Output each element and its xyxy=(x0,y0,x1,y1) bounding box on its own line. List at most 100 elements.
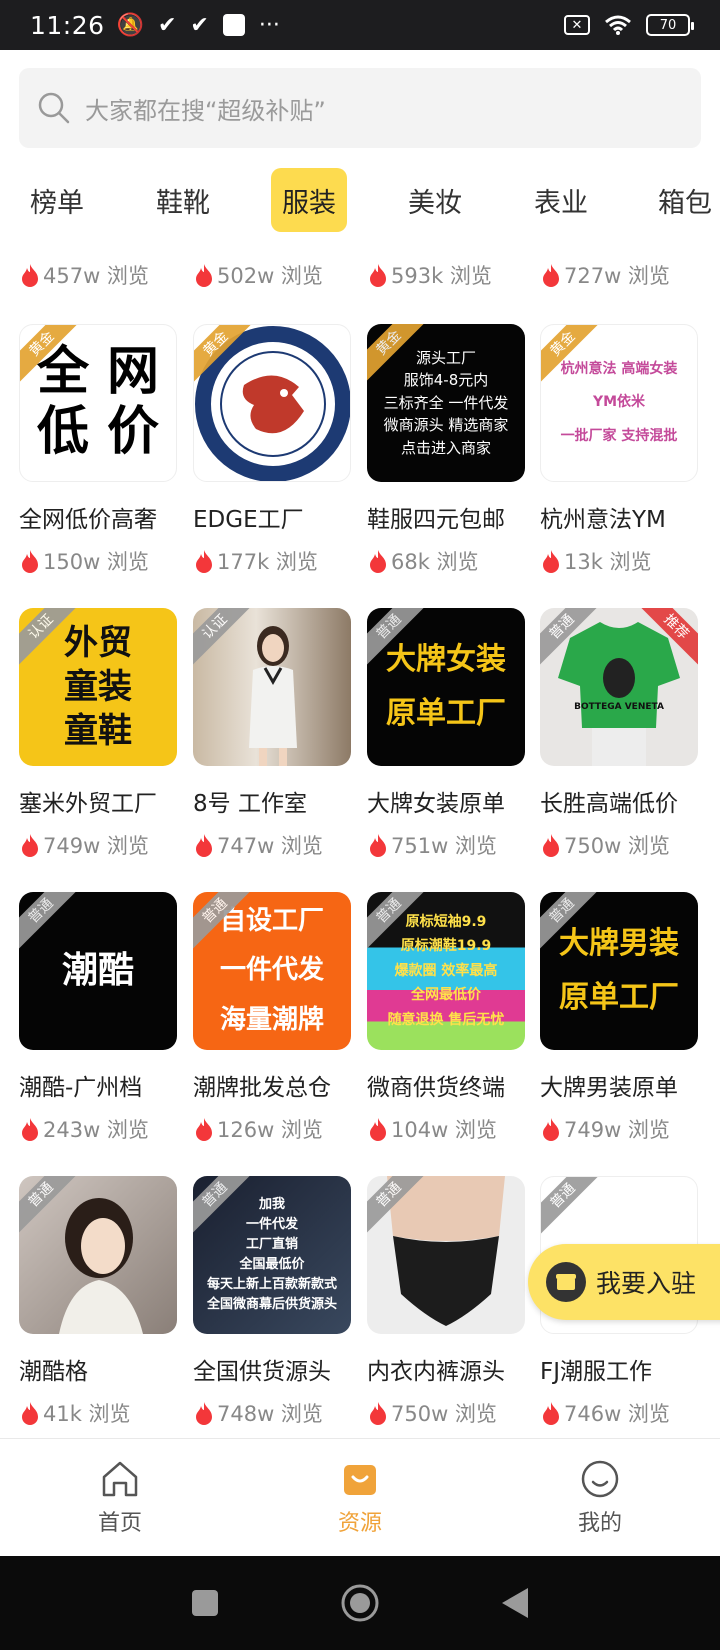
store-name: 8号 工作室 xyxy=(193,791,307,817)
tab-meizhuang[interactable]: 美妆 xyxy=(396,168,474,232)
partial-card[interactable]: 457w 浏览 xyxy=(19,252,177,290)
flame-icon xyxy=(22,1118,38,1141)
flame-icon xyxy=(196,264,212,287)
view-count: 150w 浏览 xyxy=(43,550,149,574)
partial-card[interactable]: 502w 浏览 xyxy=(193,252,351,290)
view-count: 177k 浏览 xyxy=(217,550,318,574)
view-count: 13k 浏览 xyxy=(564,550,652,574)
store-card[interactable]: 大牌女装 原单工厂 普通 大牌女装原单 751w 浏览 xyxy=(367,608,525,860)
store-card[interactable]: 普通 潮酷格 41k 浏览 xyxy=(19,1176,177,1428)
flame-icon xyxy=(370,1118,386,1141)
view-count: 750w 浏览 xyxy=(564,834,670,858)
view-count: 750w 浏览 xyxy=(391,1402,497,1426)
status-bar: 11:26 🔕 ✔ ✔ ··· ✕ 70 xyxy=(0,0,720,50)
store-thumbnail: 认证 xyxy=(193,608,351,766)
flame-icon xyxy=(543,550,559,573)
flame-icon xyxy=(370,550,386,573)
bottom-nav: 首页 资源 我的 xyxy=(0,1438,720,1556)
store-name: 长胜高端低价 xyxy=(540,791,678,817)
store-name: EDGE工厂 xyxy=(193,507,304,533)
back-icon[interactable] xyxy=(500,1586,530,1620)
category-tabs: 榜单 鞋靴 服装 美妆 表业 箱包 xyxy=(0,168,720,252)
flame-icon xyxy=(22,1402,38,1425)
store-card[interactable]: 认证 8号 工作室 747w 浏览 xyxy=(193,608,351,860)
store-card[interactable]: 全 网 低 价 黄金 全网低价高奢 150w 浏览 xyxy=(19,324,177,576)
nav-profile[interactable]: 我的 xyxy=(480,1439,720,1556)
tab-xiangbao[interactable]: 箱包 xyxy=(648,168,720,232)
tab-fuzhuang[interactable]: 服装 xyxy=(271,168,347,232)
flame-icon xyxy=(22,834,38,857)
view-count: 593k 浏览 xyxy=(391,264,492,288)
flame-icon xyxy=(196,834,212,857)
partial-card[interactable]: 727w 浏览 xyxy=(540,252,698,290)
flame-icon xyxy=(370,264,386,287)
store-thumbnail: 全 网 低 价 黄金 xyxy=(19,324,177,482)
store-thumbnail: 自设工厂 一件代发 海量潮牌 普通 xyxy=(193,892,351,1050)
store-name: 潮牌批发总仓 xyxy=(193,1075,331,1101)
check-icon: ✔ xyxy=(157,12,177,38)
store-name: FJ潮服工作 xyxy=(540,1359,653,1385)
view-count: 746w 浏览 xyxy=(564,1402,670,1426)
nav-resources[interactable]: 资源 xyxy=(240,1439,480,1556)
recents-icon[interactable] xyxy=(190,1588,220,1618)
store-icon xyxy=(546,1262,586,1302)
app-icon xyxy=(222,14,245,36)
view-count: 749w 浏览 xyxy=(564,1118,670,1142)
view-count: 751w 浏览 xyxy=(391,834,497,858)
store-thumbnail: 外贸 童装 童鞋 认证 xyxy=(19,608,177,766)
store-thumbnail: 加我 一件代发 工厂直销 全国最低价 每天上新上百款新款式 全国微商幕后供货源头… xyxy=(193,1176,351,1334)
nav-home-label: 首页 xyxy=(97,1510,142,1536)
more-dots: ··· xyxy=(258,12,280,38)
partial-card[interactable]: 593k 浏览 xyxy=(367,252,525,290)
join-button[interactable]: 我要入驻 xyxy=(528,1244,720,1320)
view-count: 104w 浏览 xyxy=(391,1118,497,1142)
store-name: 全网低价高奢 xyxy=(19,507,157,533)
store-thumbnail: 大牌女装 原单工厂 普通 xyxy=(367,608,525,766)
flame-icon xyxy=(196,1118,212,1141)
nav-home[interactable]: 首页 xyxy=(0,1439,240,1556)
store-card[interactable]: 自设工厂 一件代发 海量潮牌 普通 潮牌批发总仓 126w 浏览 xyxy=(193,892,351,1144)
store-card[interactable]: 黄金 EDGE工厂 177k 浏览 xyxy=(193,324,351,576)
store-card[interactable]: 原标短袖9.9 原标潮鞋19.9 爆款圈 效率最高 全网最低价 随意退换 售后无… xyxy=(367,892,525,1144)
home-icon xyxy=(102,1461,138,1496)
store-thumbnail: 杭州意法 高端女装 YM依米 一批厂家 支持混批 黄金 xyxy=(540,324,698,482)
store-name: 全国供货源头 xyxy=(193,1359,331,1385)
home-circle-icon[interactable] xyxy=(340,1583,380,1623)
store-name: 潮酷-广州档 xyxy=(19,1075,143,1101)
smile-icon xyxy=(581,1460,619,1497)
flame-icon xyxy=(370,1402,386,1425)
nav-resources-label: 资源 xyxy=(337,1510,382,1536)
battery-level: 70 xyxy=(659,17,677,33)
view-count: 457w 浏览 xyxy=(43,264,149,288)
view-count: 41k 浏览 xyxy=(43,1402,131,1426)
tab-xiexue[interactable]: 鞋靴 xyxy=(144,168,222,232)
store-card[interactable]: 大牌男装 原单工厂 普通 大牌男装原单 749w 浏览 xyxy=(540,892,698,1144)
flame-icon xyxy=(22,550,38,573)
flame-icon xyxy=(543,1402,559,1425)
system-nav-bar xyxy=(0,1556,720,1650)
store-name: 大牌女装原单 xyxy=(367,791,505,817)
search-input[interactable]: 大家都在搜“超级补贴” xyxy=(19,68,701,148)
tab-bangdan[interactable]: 榜单 xyxy=(18,168,96,232)
store-card[interactable]: 外贸 童装 童鞋 认证 塞米外贸工厂 749w 浏览 xyxy=(19,608,177,860)
tab-biaoye[interactable]: 表业 xyxy=(522,168,600,232)
flame-icon xyxy=(543,834,559,857)
status-time: 11:26 xyxy=(30,10,105,40)
store-card[interactable]: 潮酷 普通 潮酷-广州档 243w 浏览 xyxy=(19,892,177,1144)
store-thumbnail: 原标短袖9.9 原标潮鞋19.9 爆款圈 效率最高 全网最低价 随意退换 售后无… xyxy=(367,892,525,1050)
nav-profile-label: 我的 xyxy=(577,1510,622,1536)
search-placeholder: 大家都在搜“超级补贴” xyxy=(85,96,326,125)
store-card[interactable]: 加我 一件代发 工厂直销 全国最低价 每天上新上百款新款式 全国微商幕后供货源头… xyxy=(193,1176,351,1428)
store-name: 杭州意法YM xyxy=(540,507,666,533)
store-card[interactable]: BOTTEGA VENETA 普通 推荐 长胜高端低价 750w 浏览 xyxy=(540,608,698,860)
wifi-icon xyxy=(605,15,631,35)
flame-icon xyxy=(196,550,212,573)
flame-icon xyxy=(543,264,559,287)
store-card[interactable]: 普通 内衣内裤源头 750w 浏览 xyxy=(367,1176,525,1428)
check-icon: ✔ xyxy=(190,12,209,38)
view-count: 747w 浏览 xyxy=(217,834,323,858)
flame-icon xyxy=(370,834,386,857)
store-thumbnail: 普通 xyxy=(367,1176,525,1334)
store-card[interactable]: 源头工厂 服饰4-8元内 三标齐全 一件代发 微商源头 精选商家 点击进入商家 … xyxy=(367,324,525,576)
store-card[interactable]: 杭州意法 高端女装 YM依米 一批厂家 支持混批 黄金 杭州意法YM 13k 浏… xyxy=(540,324,698,576)
